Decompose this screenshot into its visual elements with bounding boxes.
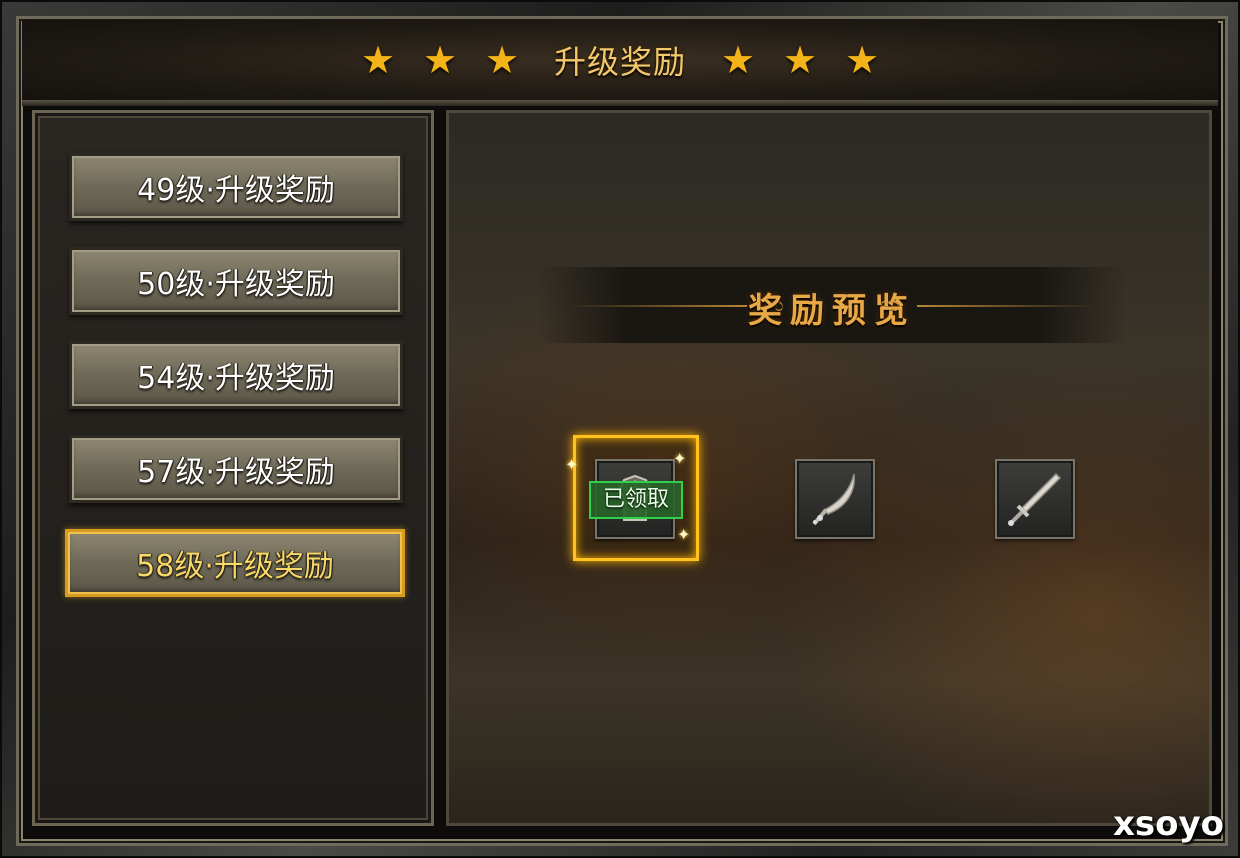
reward-item-slot[interactable] xyxy=(795,459,875,539)
preview-title: 奖励预览 xyxy=(748,291,916,331)
curved-blade-icon xyxy=(812,473,856,526)
level-button-58[interactable]: 58级·升级奖励 xyxy=(65,529,405,597)
claimed-badge: 已领取 xyxy=(589,481,683,519)
star-icon: ★ xyxy=(844,38,880,82)
level-button-50[interactable]: 50级·升级奖励 xyxy=(69,247,403,315)
banner-line-right xyxy=(917,305,1097,307)
watermark: xsoyo xyxy=(1112,804,1224,844)
star-icon: ★ xyxy=(484,38,520,82)
sparkle-icon: ✦ xyxy=(677,525,691,544)
title-divider xyxy=(22,100,1218,106)
level-button-54[interactable]: 54级·升级奖励 xyxy=(69,341,403,409)
level-button-49[interactable]: 49级·升级奖励 xyxy=(69,153,403,221)
star-icon: ★ xyxy=(782,38,818,82)
title-bar: ★ ★ ★ 升级奖励 ★ ★ ★ xyxy=(22,20,1218,100)
preview-banner: ಌ 奖励预览 ಌ xyxy=(537,267,1127,343)
level-button-57[interactable]: 57级·升级奖励 xyxy=(69,435,403,503)
sword-icon xyxy=(1008,472,1062,526)
swirl-ornament-icon: ಌ xyxy=(880,292,900,316)
level-list-panel: 49级·升级奖励 50级·升级奖励 54级·升级奖励 57级·升级奖励 58级·… xyxy=(32,110,434,826)
sparkle-icon: ✦ xyxy=(565,455,579,474)
star-icon: ★ xyxy=(360,38,396,82)
reward-item-slot[interactable] xyxy=(995,459,1075,539)
page-title: 升级奖励 xyxy=(553,43,686,81)
reward-preview-panel: ಌ 奖励预览 ಌ ✦ ✦ ✦ 已领取 xyxy=(446,110,1212,826)
star-icon: ★ xyxy=(422,38,458,82)
star-icon: ★ xyxy=(720,38,756,82)
sparkle-icon: ✦ xyxy=(673,449,687,468)
